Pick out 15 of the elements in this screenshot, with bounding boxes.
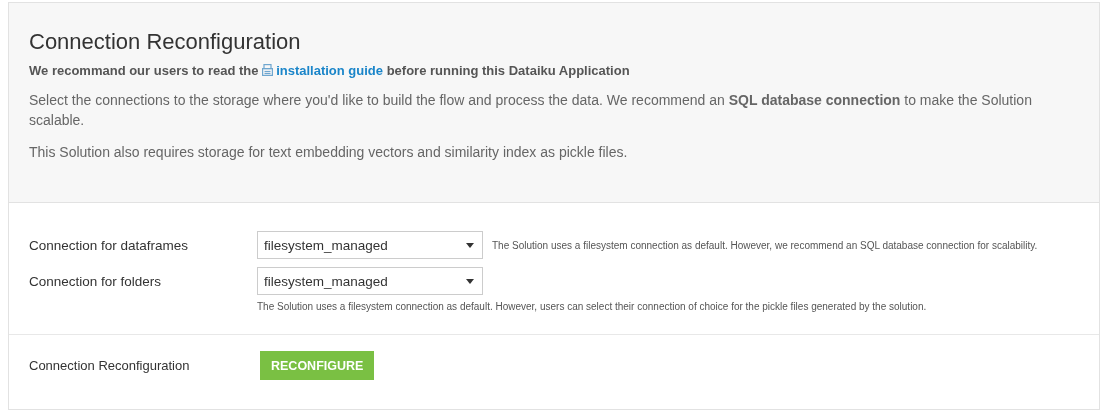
connection-dropdown[interactable]: filesystem_managed: [257, 231, 483, 259]
description-text: This Solution also requires storage for text embedding vectors and similarity index as pickle files.: [29, 143, 629, 162]
caret-icon: [466, 278, 474, 284]
help-text: The Solution uses a filesystem connection as default. However, we recommend an SQL database connection for scalability.: [492, 239, 1039, 251]
installation-guide-link[interactable]: installation guide: [262, 63, 384, 78]
document-icon: [262, 64, 274, 76]
caret-icon: [466, 242, 474, 248]
description-text: Select the connections to the storage where you'd like to build the flow and process the data. We recommend an SQL database connection to make the Solution scalable.: [29, 91, 1033, 130]
help-text: The Solution uses a filesystem connection as default. However, users can select their connection of choice for the pickle files generated by the solution.: [257, 301, 928, 312]
action-label: Connection Reconfiguration: [29, 358, 191, 373]
page-title: Connection Reconfiguration: [29, 29, 302, 55]
field-label: Connection for folders: [29, 273, 163, 289]
field-label: Connection for dataframes: [29, 237, 190, 253]
connection-dropdown[interactable]: filesystem_managed: [257, 267, 483, 295]
notice-text: We recommand our users to read the installation guide before running this Dataiku Application: [29, 63, 631, 78]
